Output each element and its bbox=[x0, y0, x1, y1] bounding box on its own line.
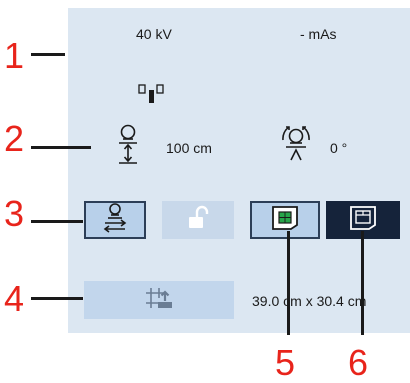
callout-5: 5 bbox=[275, 342, 296, 383]
detector-small-icon bbox=[269, 204, 301, 237]
callout-line-2 bbox=[31, 146, 91, 149]
tube-center-button[interactable] bbox=[84, 201, 146, 239]
tube-center-icon bbox=[102, 202, 128, 238]
lock-button[interactable] bbox=[162, 201, 234, 239]
callout-line-3 bbox=[31, 220, 83, 223]
callout-6: 6 bbox=[348, 342, 369, 383]
tube-height-icon bbox=[115, 124, 141, 166]
source-image-distance: 100 cm bbox=[166, 140, 212, 156]
callout-3: 3 bbox=[4, 193, 25, 234]
collimator-button[interactable] bbox=[84, 281, 234, 319]
callout-4: 4 bbox=[4, 278, 25, 319]
callout-2: 2 bbox=[4, 118, 25, 159]
callout-line-4 bbox=[31, 297, 83, 300]
field-size-value: 39.0 cm x 30.4 cm bbox=[252, 293, 367, 309]
callout-line-6 bbox=[361, 231, 364, 335]
callout-1: 1 bbox=[4, 35, 25, 76]
mas-value: - mAs bbox=[300, 26, 337, 42]
focal-spot-icon bbox=[138, 84, 166, 104]
detector-small-button[interactable] bbox=[250, 201, 320, 239]
collimator-icon bbox=[144, 286, 174, 315]
unlock-icon bbox=[185, 205, 211, 236]
tube-angle: 0 ° bbox=[330, 140, 348, 156]
tube-rotation-icon bbox=[280, 124, 312, 162]
kv-value: 40 kV bbox=[136, 26, 172, 42]
callout-line-5 bbox=[287, 231, 290, 335]
callout-line-1 bbox=[31, 53, 65, 56]
